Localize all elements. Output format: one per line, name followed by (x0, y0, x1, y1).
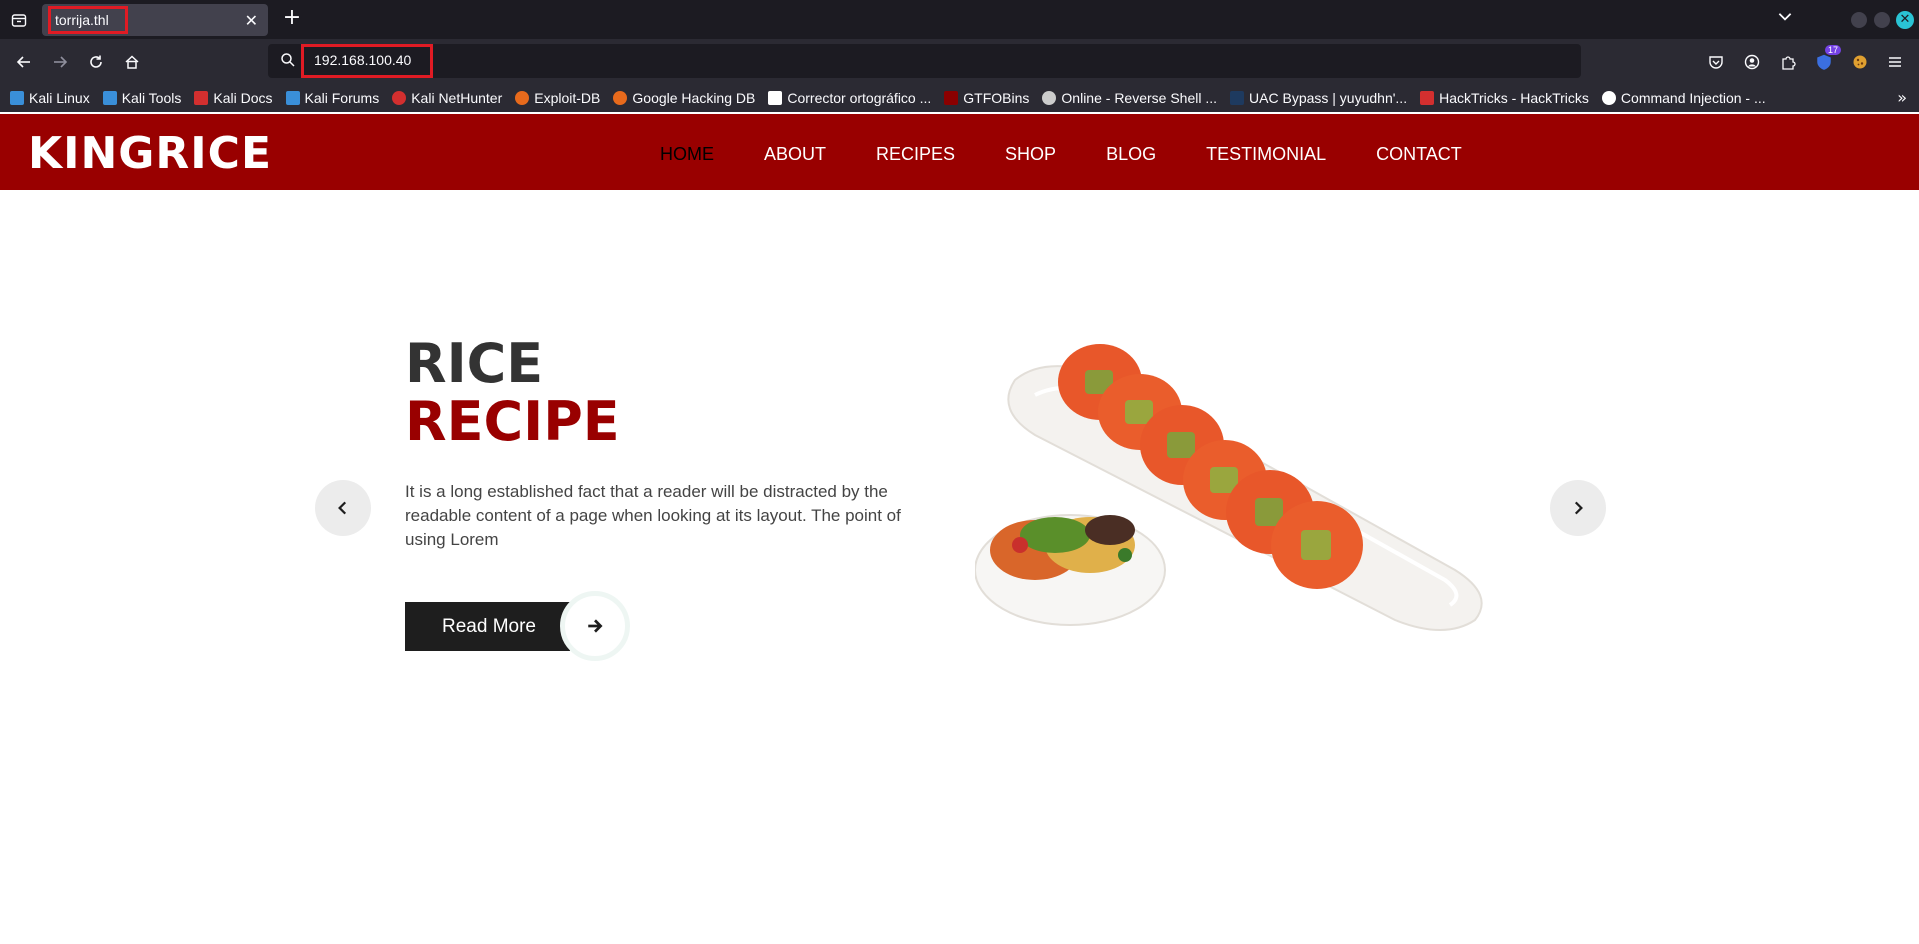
bookmarks-overflow-icon[interactable]: » (1897, 88, 1907, 107)
hamburger-menu-icon[interactable] (1884, 51, 1906, 73)
extensions-puzzle-icon[interactable] (1777, 51, 1799, 73)
bookmark-uac-bypass[interactable]: UAC Bypass | yuyudhn'... (1230, 90, 1407, 106)
sushi-plate-image (975, 344, 1483, 631)
window-maximize-button[interactable] (1874, 12, 1890, 28)
read-more-label: Read More (442, 615, 536, 637)
hero-description: It is a long established fact that a rea… (405, 482, 901, 549)
ghdb-icon (613, 91, 628, 105)
back-arrow-icon[interactable] (13, 51, 35, 73)
extension-shield-icon[interactable]: 17 (1813, 45, 1842, 73)
account-icon[interactable] (1741, 51, 1763, 73)
new-tab-icon[interactable]: + (280, 6, 304, 30)
main-menu: HOME ABOUT RECIPES SHOP BLOG TESTIMONIAL… (660, 144, 1512, 165)
tab-title-highlight-box (48, 6, 128, 34)
bookmark-kali-docs[interactable]: Kali Docs (194, 90, 273, 106)
window-minimize-button[interactable] (1851, 12, 1867, 28)
forward-arrow-icon[interactable] (49, 51, 71, 73)
kali-tools-icon (102, 91, 117, 105)
chevron-left-icon (338, 501, 347, 515)
kali-forums-icon (285, 91, 300, 105)
extension-cookie-icon[interactable] (1849, 51, 1871, 73)
skull-icon (1042, 91, 1057, 105)
bookmarks-toolbar: Kali Linux Kali Tools Kali Docs Kali For… (0, 84, 1919, 112)
home-icon[interactable] (121, 51, 143, 73)
nethunter-icon (392, 91, 407, 105)
search-icon (280, 52, 296, 72)
address-bar[interactable]: 192.168.100.40 (268, 44, 1581, 78)
bookmark-reverse-shell[interactable]: Online - Reverse Shell ... (1042, 90, 1217, 106)
read-more-button[interactable]: Read More (405, 602, 570, 651)
carousel-prev-button[interactable] (315, 480, 371, 536)
bookmark-kali-forums[interactable]: Kali Forums (285, 90, 379, 106)
tab-overflow-chevron-icon[interactable] (1776, 7, 1794, 29)
bookmark-kali-nethunter[interactable]: Kali NetHunter (392, 90, 502, 106)
chevron-right-icon (1574, 501, 1583, 515)
bookmark-command-injection[interactable]: Command Injection - ... (1601, 90, 1766, 106)
bookmark-exploit-db[interactable]: Exploit-DB (515, 90, 600, 106)
command-injection-icon (1601, 91, 1616, 105)
bookmark-google-hacking-db[interactable]: Google Hacking DB (613, 90, 755, 106)
extension-badge-count: 17 (1825, 45, 1842, 55)
tab-list-icon[interactable] (8, 9, 30, 31)
gtfobins-icon (944, 91, 959, 105)
bookmark-kali-tools[interactable]: Kali Tools (102, 90, 181, 106)
url-highlight-box (301, 44, 433, 78)
uac-bypass-icon (1230, 91, 1245, 105)
menu-item-home[interactable]: HOME (660, 144, 714, 165)
bookmark-corrector-ortografico[interactable]: Corrector ortográfico ... (768, 90, 931, 106)
hero-title-line2: RECIPE (405, 390, 620, 453)
corrector-icon (768, 91, 783, 105)
tab-close-icon[interactable]: ✕ (245, 11, 258, 30)
menu-item-blog[interactable]: BLOG (1106, 144, 1156, 165)
menu-item-about[interactable]: ABOUT (764, 144, 826, 165)
browser-navigation-bar: 192.168.100.40 17 (0, 39, 1919, 84)
menu-item-shop[interactable]: SHOP (1005, 144, 1056, 165)
site-logo[interactable]: KINGRICE (28, 128, 272, 179)
read-more-arrow-button[interactable] (560, 591, 630, 661)
exploit-db-icon (515, 91, 530, 105)
arrow-right-icon (588, 619, 603, 633)
menu-item-testimonial[interactable]: TESTIMONIAL (1206, 144, 1326, 165)
kali-docs-icon (194, 91, 209, 105)
site-header: KINGRICE HOME ABOUT RECIPES SHOP BLOG TE… (0, 114, 1919, 190)
menu-item-recipes[interactable]: RECIPES (876, 144, 955, 165)
window-close-button[interactable]: ✕ (1896, 11, 1914, 29)
kali-dragon-icon (10, 91, 24, 105)
reload-icon[interactable] (85, 51, 107, 73)
browser-tab-active[interactable]: torrija.thl ✕ (42, 4, 268, 36)
menu-item-contact[interactable]: CONTACT (1376, 144, 1462, 165)
carousel-next-button[interactable] (1550, 480, 1606, 536)
hacktricks-icon (1420, 91, 1435, 105)
bookmark-gtfobins[interactable]: GTFOBins (944, 90, 1029, 106)
bookmark-kali-linux[interactable]: Kali Linux (10, 90, 90, 106)
hero-slider: RICE RECIPE It is a long established fac… (0, 190, 1919, 944)
browser-tab-bar: torrija.thl ✕ + ✕ (0, 0, 1919, 39)
hero-title-line1: RICE (405, 332, 544, 395)
bookmark-hacktricks[interactable]: HackTricks - HackTricks (1420, 90, 1589, 106)
pocket-icon[interactable] (1705, 51, 1727, 73)
